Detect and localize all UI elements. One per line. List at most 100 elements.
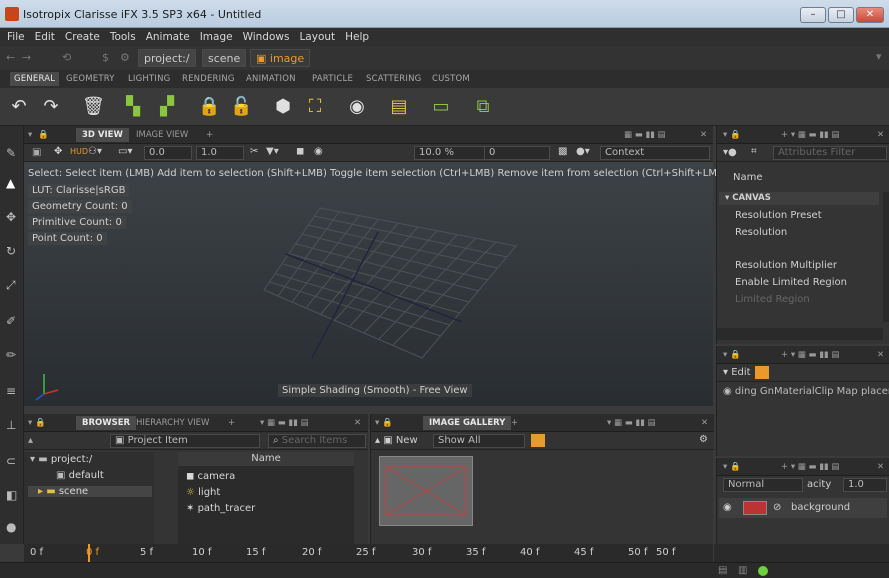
paint-tool-icon[interactable]: ✏ bbox=[6, 348, 16, 362]
tab-image-view[interactable]: IMAGE VIEW bbox=[136, 130, 188, 140]
add-tab-icon[interactable]: + bbox=[206, 130, 213, 140]
undo-icon[interactable]: ↶ bbox=[8, 96, 30, 118]
breadcrumb-scene[interactable]: scene bbox=[202, 49, 247, 67]
breadcrumb-image[interactable]: ▣ image bbox=[250, 49, 311, 67]
close-panel-icon[interactable]: ✕ bbox=[700, 130, 707, 140]
group-icon[interactable]: ▚ bbox=[122, 96, 144, 118]
tools-icon[interactable]: ✂ bbox=[250, 146, 258, 157]
add-tab-icon[interactable]: + bbox=[228, 418, 235, 428]
cube-icon[interactable]: ⬢ bbox=[272, 96, 294, 118]
field-b-input[interactable]: 1.0 bbox=[196, 146, 244, 160]
menu-create[interactable]: Create bbox=[62, 28, 103, 46]
panel-layout-icon[interactable]: + ▾ ▦ ▬ ▮▮ ▤ bbox=[781, 350, 839, 360]
tab-general[interactable]: GENERAL bbox=[10, 72, 60, 86]
eye-icon[interactable]: ◉ bbox=[723, 386, 735, 397]
material-icon[interactable] bbox=[755, 366, 769, 379]
select-mode-icon[interactable]: ✥ bbox=[54, 146, 62, 157]
list-item-light[interactable]: ☼ light bbox=[186, 487, 220, 498]
lock-icon[interactable]: 🔒 bbox=[198, 96, 220, 118]
panel-layout-icon[interactable]: + ▾ ▦ ▬ ▮▮ ▤ bbox=[781, 462, 839, 472]
show-filter-select[interactable]: Show All bbox=[433, 434, 525, 448]
tab-hierarchy-view[interactable]: HIERARCHY VIEW bbox=[136, 418, 209, 428]
attribute-filter-input[interactable]: Attributes Filter bbox=[773, 146, 887, 160]
layout-grid-icon[interactable]: ▾ ▦ ▬ ▮▮ ▤ bbox=[260, 418, 309, 428]
delete-icon[interactable]: 🗑 bbox=[82, 96, 105, 118]
save-icon[interactable]: ▣ bbox=[32, 147, 41, 158]
move-tool-icon[interactable]: ✥ bbox=[6, 210, 16, 224]
project-item-select[interactable]: ▣ Project Item bbox=[110, 434, 260, 448]
menu-edit[interactable]: Edit bbox=[32, 28, 58, 46]
redo-icon[interactable]: ↷ bbox=[40, 96, 62, 118]
zoom-input[interactable]: 10.0 % bbox=[414, 146, 486, 160]
frame-input[interactable]: 0 bbox=[484, 146, 550, 160]
tab-image-gallery[interactable]: IMAGE GALLERY bbox=[423, 416, 512, 430]
brush-tool-icon[interactable]: ✐ bbox=[6, 314, 16, 328]
transform-tool-icon[interactable]: ⊥ bbox=[6, 418, 16, 432]
close-panel-icon[interactable]: ✕ bbox=[354, 418, 361, 428]
panel-lock-icon[interactable]: ▾ 🔒 bbox=[723, 462, 741, 472]
menu-file[interactable]: File bbox=[4, 28, 28, 46]
back-arrow-icon[interactable]: ← bbox=[6, 51, 15, 64]
camera-icon[interactable]: ◼ bbox=[296, 146, 304, 157]
record-tool-icon[interactable]: ● bbox=[6, 520, 16, 534]
layout-grid-icon[interactable]: ▦ ▬ ▮▮ ▤ bbox=[624, 130, 666, 140]
blend-mode-select[interactable]: Normal bbox=[723, 478, 803, 492]
panel-layout-icon[interactable]: + ▾ ▦ ▬ ▮▮ ▤ bbox=[781, 130, 839, 140]
tab-geometry[interactable]: GEOMETRY bbox=[66, 74, 115, 84]
panel-lock-icon[interactable]: ▾ 🔒 bbox=[28, 418, 46, 428]
list-tool-icon[interactable]: ≡ bbox=[6, 384, 16, 398]
hud-icon[interactable]: HUD bbox=[70, 147, 88, 156]
name-column-header[interactable]: Name bbox=[178, 452, 354, 466]
tab-lighting[interactable]: LIGHTING bbox=[128, 74, 170, 84]
close-panel-icon[interactable]: ✕ bbox=[877, 130, 884, 140]
forward-arrow-icon[interactable]: → bbox=[22, 51, 31, 64]
gear-icon[interactable]: ⚙ bbox=[120, 51, 130, 64]
layer-row[interactable]: ◉ ⊘ background bbox=[719, 498, 887, 518]
timeline[interactable]: 0 f 0 f 5 f 10 f 15 f 20 f 25 f 30 f 35 … bbox=[24, 544, 713, 562]
list-item-path-tracer[interactable]: ✶ path_tracer bbox=[186, 503, 255, 514]
minimize-button[interactable]: – bbox=[800, 7, 826, 23]
canvas-section[interactable]: ▾ CANVAS bbox=[719, 192, 879, 205]
panel-lock-icon[interactable]: ▾ 🔒 bbox=[723, 350, 741, 360]
add-tab-icon[interactable]: + bbox=[511, 418, 518, 428]
folder-icon[interactable]: ▤ bbox=[388, 96, 410, 118]
eye-icon[interactable]: ◉ bbox=[314, 146, 323, 157]
camera-tool-icon[interactable]: ◧ bbox=[6, 488, 17, 502]
up-icon[interactable]: ▴ bbox=[28, 435, 33, 446]
sphere-icon[interactable]: ●▾ bbox=[576, 146, 590, 157]
opacity-input[interactable]: 1.0 bbox=[843, 478, 887, 492]
history-icon[interactable]: ⟲ bbox=[62, 51, 71, 64]
menu-tools[interactable]: Tools bbox=[107, 28, 139, 46]
panel-lock-icon[interactable]: ▾ 🔒 bbox=[375, 418, 393, 428]
tab-3d-view[interactable]: 3D VIEW bbox=[76, 128, 129, 142]
dropdown-arrow-icon[interactable]: ▾ bbox=[876, 50, 882, 63]
attr-resolution-preset[interactable]: Resolution Preset bbox=[735, 210, 822, 221]
context-select[interactable]: Context bbox=[600, 146, 710, 160]
ungroup-icon[interactable]: ▞ bbox=[156, 96, 178, 118]
select-tool-icon[interactable]: ▲ bbox=[6, 176, 15, 190]
dollar-icon[interactable]: $ bbox=[102, 51, 109, 64]
close-panel-icon[interactable]: ✕ bbox=[701, 418, 708, 428]
maximize-button[interactable]: □ bbox=[828, 7, 854, 23]
panel-menu-icon[interactable]: ▾ bbox=[28, 130, 32, 140]
field-a-input[interactable]: 0.0 bbox=[144, 146, 192, 160]
scale-tool-icon[interactable]: ⤢ bbox=[6, 278, 16, 293]
tab-animation[interactable]: ANIMATION bbox=[246, 74, 296, 84]
comment-icon[interactable]: ▭ bbox=[430, 96, 452, 118]
close-panel-icon[interactable]: ✕ bbox=[877, 350, 884, 360]
panel-lock-icon[interactable]: 🔒 bbox=[38, 130, 49, 140]
layout-grid-icon[interactable]: ▾ ▦ ▬ ▮▮ ▤ bbox=[607, 418, 656, 428]
gallery-image-icon[interactable] bbox=[531, 434, 545, 447]
panel-lock-icon[interactable]: ▾ 🔒 bbox=[723, 130, 741, 140]
tab-scattering[interactable]: SCATTERING bbox=[366, 74, 421, 84]
frame-icon[interactable]: ⛶ bbox=[304, 96, 326, 118]
tree-default[interactable]: ▣ default bbox=[56, 470, 104, 481]
close-button[interactable]: ✕ bbox=[856, 7, 884, 23]
tab-browser[interactable]: BROWSER bbox=[76, 416, 137, 430]
edit-menu[interactable]: ▾ Edit bbox=[723, 367, 751, 378]
display-icon[interactable]: ⚇▾ bbox=[88, 146, 102, 157]
chat-icon[interactable]: ▾● bbox=[723, 147, 737, 158]
rotate-tool-icon[interactable]: ↻ bbox=[6, 244, 16, 258]
list-item-camera[interactable]: ◼ camera bbox=[186, 471, 235, 482]
playhead[interactable] bbox=[88, 544, 90, 562]
